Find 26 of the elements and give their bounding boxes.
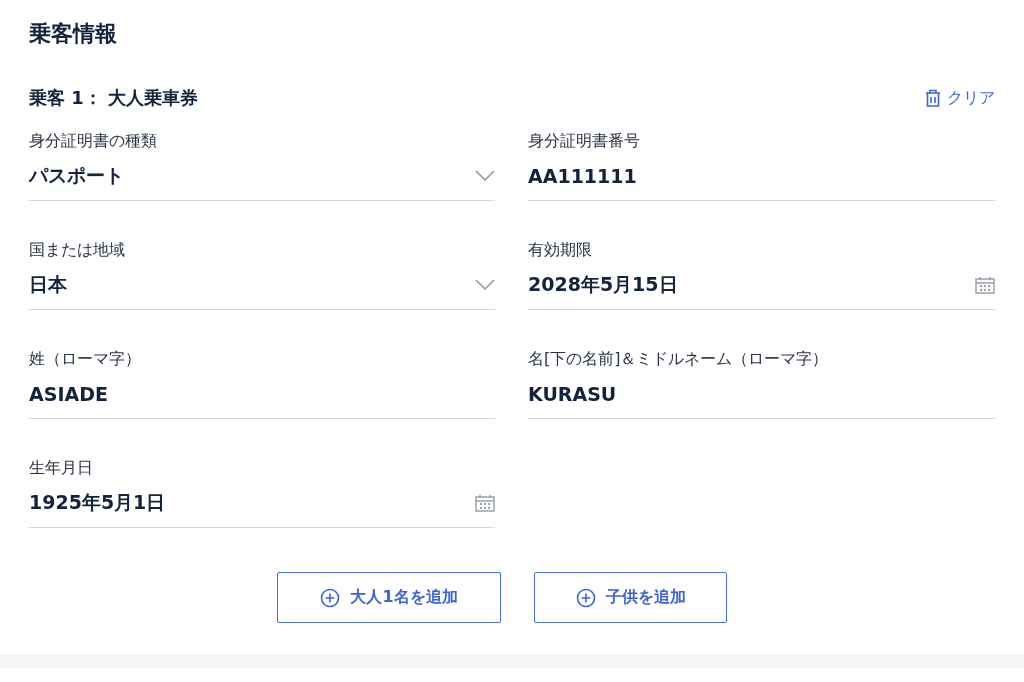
chevron-down-icon[interactable] [475, 169, 495, 182]
clear-button[interactable]: クリア [925, 87, 995, 109]
chevron-down-icon[interactable] [475, 278, 495, 291]
input-field[interactable]: AA111111 [528, 153, 995, 201]
input-field[interactable]: KURASU [528, 371, 995, 419]
dropdown-field[interactable]: パスポート [29, 153, 495, 201]
date-field[interactable]: 2028年5月15日 [528, 262, 995, 310]
field-label: 身分証明書番号 [528, 130, 641, 152]
field-label: 生年月日 [29, 457, 94, 479]
plus-circle-icon [575, 587, 596, 608]
calendar-icon[interactable] [975, 275, 995, 294]
field-label: 名[下の名前]＆ミドルネーム（ローマ字） [528, 348, 830, 370]
field-label: 国または地域 [29, 239, 126, 261]
field-label: 有効期限 [528, 239, 593, 261]
field-label: 身分証明書の種類 [29, 130, 158, 152]
date-field[interactable]: 1925年5月1日 [29, 480, 495, 528]
field-label: 姓（ローマ字） [29, 348, 142, 370]
trash-icon [925, 89, 941, 107]
calendar-icon[interactable] [475, 493, 495, 512]
add-button[interactable]: 大人1名を追加 [277, 572, 501, 623]
passenger-heading: 乗客 1： 大人乗車券 [29, 86, 199, 110]
add-button[interactable]: 子供を追加 [534, 572, 727, 623]
input-field[interactable]: ASIADE [29, 371, 495, 419]
section-title: 乗客情報 [29, 20, 118, 48]
plus-circle-icon [320, 587, 341, 608]
dropdown-field[interactable]: 日本 [29, 262, 495, 310]
